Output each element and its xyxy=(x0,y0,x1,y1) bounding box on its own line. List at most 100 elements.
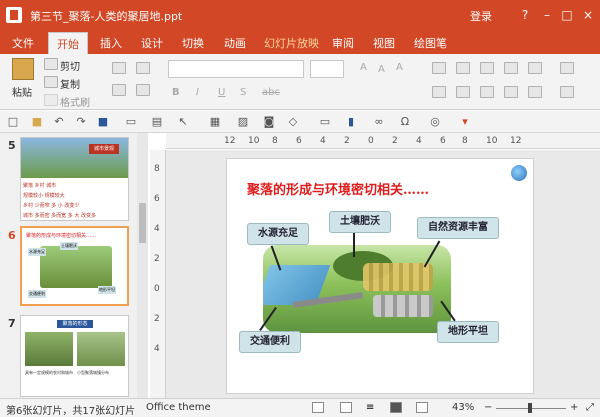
slide-thumbnail-6[interactable]: 聚落的形成与环境密切相关…… 水源充足 土壤肥沃 交通便利 地形平坦 xyxy=(20,226,129,306)
cursor-icon[interactable]: ↖ xyxy=(176,115,190,129)
reading-view-icon[interactable] xyxy=(416,402,428,413)
callout-transport[interactable]: 交通便利 xyxy=(239,331,301,353)
comments-icon[interactable] xyxy=(340,402,352,413)
reset-icon[interactable] xyxy=(112,84,126,96)
tab-home[interactable]: 开始 xyxy=(48,32,88,54)
format-painter-icon[interactable] xyxy=(44,94,58,106)
callout-terrain[interactable]: 地形平坦 xyxy=(437,321,499,343)
save-icon[interactable]: ■ xyxy=(96,115,110,129)
bullets-icon[interactable] xyxy=(432,62,446,74)
align-left-icon[interactable] xyxy=(432,86,446,98)
tab-file[interactable]: 文件 xyxy=(12,35,34,51)
align-center-icon[interactable] xyxy=(456,86,470,98)
scissors-icon[interactable] xyxy=(44,58,58,70)
symbol-icon[interactable]: ◎ xyxy=(428,115,442,129)
notes-view-icon[interactable] xyxy=(312,402,324,413)
new-file-icon[interactable]: □ xyxy=(6,115,20,129)
italic-icon[interactable]: I xyxy=(196,87,199,98)
zoom-out-icon[interactable]: − xyxy=(484,402,492,413)
grow-font-icon[interactable]: A xyxy=(360,62,367,73)
columns-icon[interactable] xyxy=(528,86,542,98)
more-icon[interactable]: ▾ xyxy=(458,115,472,129)
tab-transitions[interactable]: 切换 xyxy=(182,35,204,51)
layout-icon[interactable] xyxy=(136,62,150,74)
tab-animations[interactable]: 动画 xyxy=(224,35,246,51)
tab-view[interactable]: 视图 xyxy=(373,35,395,51)
zoom-slider-handle[interactable] xyxy=(528,403,532,413)
callout-water[interactable]: 水源充足 xyxy=(247,223,309,245)
align-text-icon[interactable] xyxy=(560,86,574,98)
tab-review[interactable]: 审阅 xyxy=(332,35,354,51)
text-direction-icon[interactable] xyxy=(560,62,574,74)
normal-view-icon[interactable]: ≡ xyxy=(366,402,378,413)
copy-icon[interactable] xyxy=(44,76,58,88)
align-right-icon[interactable] xyxy=(480,86,494,98)
vruler-tick: 8 xyxy=(154,164,160,174)
justify-icon[interactable] xyxy=(504,86,518,98)
strike-icon[interactable]: abc xyxy=(262,87,280,98)
table-icon[interactable]: ▦ xyxy=(208,115,222,129)
new-slide-icon[interactable] xyxy=(112,62,126,74)
login-link[interactable]: 登录 xyxy=(470,8,492,24)
open-icon[interactable]: ■ xyxy=(30,115,44,129)
picture-icon[interactable]: ▨ xyxy=(236,115,250,129)
chart-icon[interactable]: ▮ xyxy=(344,115,358,129)
callout-soil[interactable]: 土壤肥沃 xyxy=(329,211,391,233)
print-preview-icon[interactable]: ▭ xyxy=(124,115,138,129)
slide-thumbnail-5[interactable]: 城市景观 聚落 乡村 城市 规模较小 规模较大 乡村 少而窄 多 小 改变少 城… xyxy=(20,137,129,221)
section-icon[interactable] xyxy=(136,84,150,96)
shrink-font-icon[interactable]: A xyxy=(378,64,385,75)
hruler-tick: 10 xyxy=(486,136,498,146)
line-spacing-icon[interactable] xyxy=(528,62,542,74)
callout-resources[interactable]: 自然资源丰富 xyxy=(417,217,499,239)
copy-label[interactable]: 复制 xyxy=(60,76,80,91)
zoom-level[interactable]: 43% xyxy=(452,402,474,413)
numbering-icon[interactable] xyxy=(456,62,470,74)
omega-icon[interactable]: Ω xyxy=(398,115,412,129)
print-icon[interactable]: ▤ xyxy=(150,115,164,129)
pointer-line xyxy=(353,233,355,257)
tab-slideshow[interactable]: 幻灯片放映 xyxy=(264,35,319,51)
fit-slide-icon[interactable]: ⤢ xyxy=(586,402,594,413)
minimize-icon[interactable]: – xyxy=(536,2,558,28)
help-icon[interactable]: ? xyxy=(514,2,536,28)
font-color-icon[interactable]: A xyxy=(396,62,403,73)
shadow-icon[interactable]: S xyxy=(240,87,246,98)
hruler-tick: 2 xyxy=(344,136,350,146)
increase-indent-icon[interactable] xyxy=(504,62,518,74)
zoom-in-icon[interactable]: + xyxy=(570,402,578,413)
font-size-select[interactable] xyxy=(310,60,344,78)
redo-icon[interactable]: ↷ xyxy=(74,115,88,129)
font-family-select[interactable] xyxy=(168,60,304,78)
slide-sorter-icon[interactable] xyxy=(390,402,402,413)
decrease-indent-icon[interactable] xyxy=(480,62,494,74)
quick-access-toolbar: □ ■ ↶ ↷ ■ ▭ ▤ ↖ ▦ ▨ ◙ ◇ ▭ ▮ ∞ Ω ◎ ▾ xyxy=(0,111,600,133)
hyperlink-icon[interactable]: ∞ xyxy=(372,115,386,129)
paste-label[interactable]: 粘贴 xyxy=(12,84,32,99)
thumbnail-scrollbar[interactable] xyxy=(137,133,148,398)
bold-icon[interactable]: B xyxy=(172,87,180,98)
current-slide[interactable]: 聚落的形成与环境密切相关…… 水源充足 土壤肥沃 自然资源丰富 交通便利 地形平… xyxy=(226,158,534,394)
slide-title[interactable]: 聚落的形成与环境密切相关…… xyxy=(247,179,429,198)
thumb5-row-4: 城市 多而密 多而宽 多 大 改变多 xyxy=(23,213,96,219)
camera-icon[interactable]: ◙ xyxy=(262,115,276,129)
maximize-icon[interactable]: □ xyxy=(556,2,578,28)
tab-design[interactable]: 设计 xyxy=(141,35,163,51)
cut-label[interactable]: 剪切 xyxy=(60,58,80,73)
tab-pen[interactable]: 绘图笔 xyxy=(414,35,447,51)
slide-thumbnail-7[interactable]: 聚落的形态 具有一定规模的农村和城市 小型聚落城镇分布 xyxy=(20,315,129,397)
hruler-tick: 2 xyxy=(392,136,398,146)
tab-insert[interactable]: 插入 xyxy=(100,35,122,51)
undo-icon[interactable]: ↶ xyxy=(52,115,66,129)
paste-icon[interactable] xyxy=(12,58,34,80)
hruler-tick: 6 xyxy=(296,136,302,146)
format-painter-label[interactable]: 格式刷 xyxy=(60,94,90,109)
underline-icon[interactable]: U xyxy=(218,87,225,98)
vruler-tick: 4 xyxy=(154,224,160,234)
thumb7-image-1 xyxy=(25,332,73,366)
scrollbar-thumb[interactable] xyxy=(139,203,146,243)
thumb5-title: 城市景观 xyxy=(89,144,119,154)
textbox-icon[interactable]: ▭ xyxy=(318,115,332,129)
shapes-icon[interactable]: ◇ xyxy=(286,115,300,129)
close-icon[interactable]: × xyxy=(577,2,599,28)
